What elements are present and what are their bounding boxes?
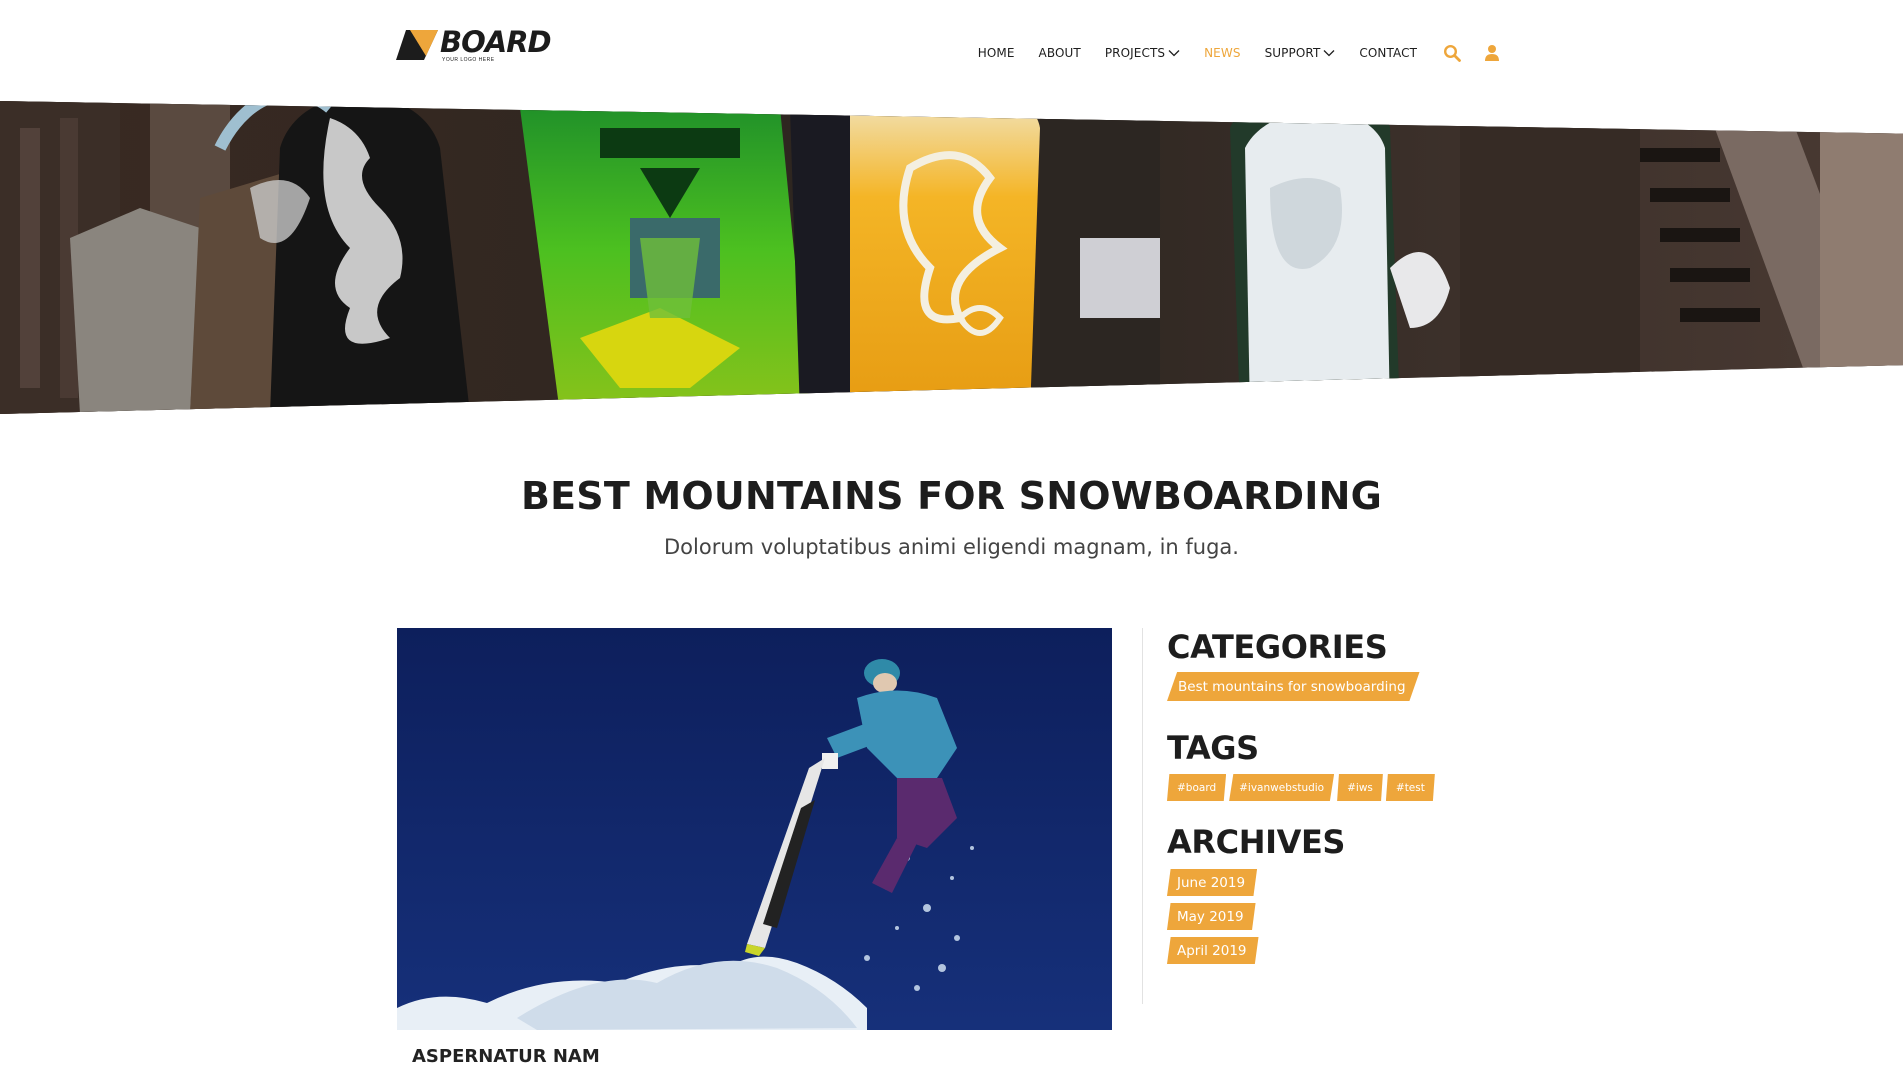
hero-image [0, 101, 1903, 414]
post-image [397, 628, 1112, 1030]
tags-list: #board #ivanwebstudio #iws #test [1167, 774, 1522, 801]
nav-news-label: NEWS [1204, 46, 1241, 60]
search-icon[interactable] [1443, 44, 1461, 62]
main-nav: HOME ABOUT PROJECTS NEWS SUPPORT CONTACT [954, 44, 1501, 62]
category-link[interactable]: Best mountains for snowboarding [1167, 672, 1420, 701]
user-icon[interactable] [1483, 44, 1501, 62]
nav-contact[interactable]: CONTACT [1359, 46, 1417, 60]
logo[interactable]: BOARD YOUR LOGO HERE [396, 25, 552, 64]
nav-support-label: SUPPORT [1264, 46, 1321, 60]
nav-news[interactable]: NEWS [1204, 46, 1240, 60]
categories-widget: CATEGORIES Best mountains for snowboardi… [1167, 628, 1522, 701]
chevron-down-icon [1323, 50, 1335, 57]
archive-link[interactable]: May 2019 [1167, 903, 1256, 930]
logo-mark-icon [396, 30, 438, 60]
page-subtitle: Dolorum voluptatibus animi eligendi magn… [664, 535, 1239, 559]
nav-home[interactable]: HOME [978, 46, 1015, 60]
sidebar: CATEGORIES Best mountains for snowboardi… [1142, 628, 1522, 1004]
nav-about-label: ABOUT [1038, 46, 1081, 60]
post-image-link[interactable] [397, 628, 1112, 1030]
nav-projects[interactable]: PROJECTS [1105, 46, 1180, 60]
archives-heading: ARCHIVES [1167, 823, 1346, 861]
nav-projects-label: PROJECTS [1104, 46, 1166, 60]
nav-home-label: HOME [977, 46, 1015, 60]
site-header: BOARD YOUR LOGO HERE HOME ABOUT PROJECTS… [0, 0, 1903, 100]
post-title[interactable]: ASPERNATUR NAM [412, 1046, 600, 1067]
hero-banner [0, 101, 1903, 414]
page-title: BEST MOUNTAINS FOR SNOWBOARDING [520, 474, 1383, 518]
logo-tagline: YOUR LOGO HERE [442, 57, 495, 63]
nav-support[interactable]: SUPPORT [1265, 46, 1336, 60]
nav-about[interactable]: ABOUT [1039, 46, 1081, 60]
logo-wordmark: BOARD [440, 25, 552, 59]
tag-link[interactable]: #ivanwebstudio [1229, 774, 1335, 801]
archive-link[interactable]: April 2019 [1167, 937, 1259, 964]
tag-link[interactable]: #test [1385, 774, 1435, 801]
tags-heading: TAGS [1167, 729, 1259, 767]
logo-text: BOARD YOUR LOGO HERE [440, 25, 552, 63]
chevron-down-icon [1168, 50, 1180, 57]
tag-link[interactable]: #iws [1337, 774, 1383, 801]
tag-link[interactable]: #board [1167, 774, 1227, 801]
nav-contact-label: CONTACT [1359, 46, 1417, 60]
archive-link[interactable]: June 2019 [1167, 869, 1258, 896]
tags-widget: TAGS #board #ivanwebstudio #iws #test [1167, 729, 1522, 801]
archives-widget: ARCHIVES June 2019 May 2019 April 2019 [1167, 823, 1522, 964]
archives-list: June 2019 May 2019 April 2019 [1167, 869, 1522, 964]
categories-heading: CATEGORIES [1167, 628, 1388, 666]
